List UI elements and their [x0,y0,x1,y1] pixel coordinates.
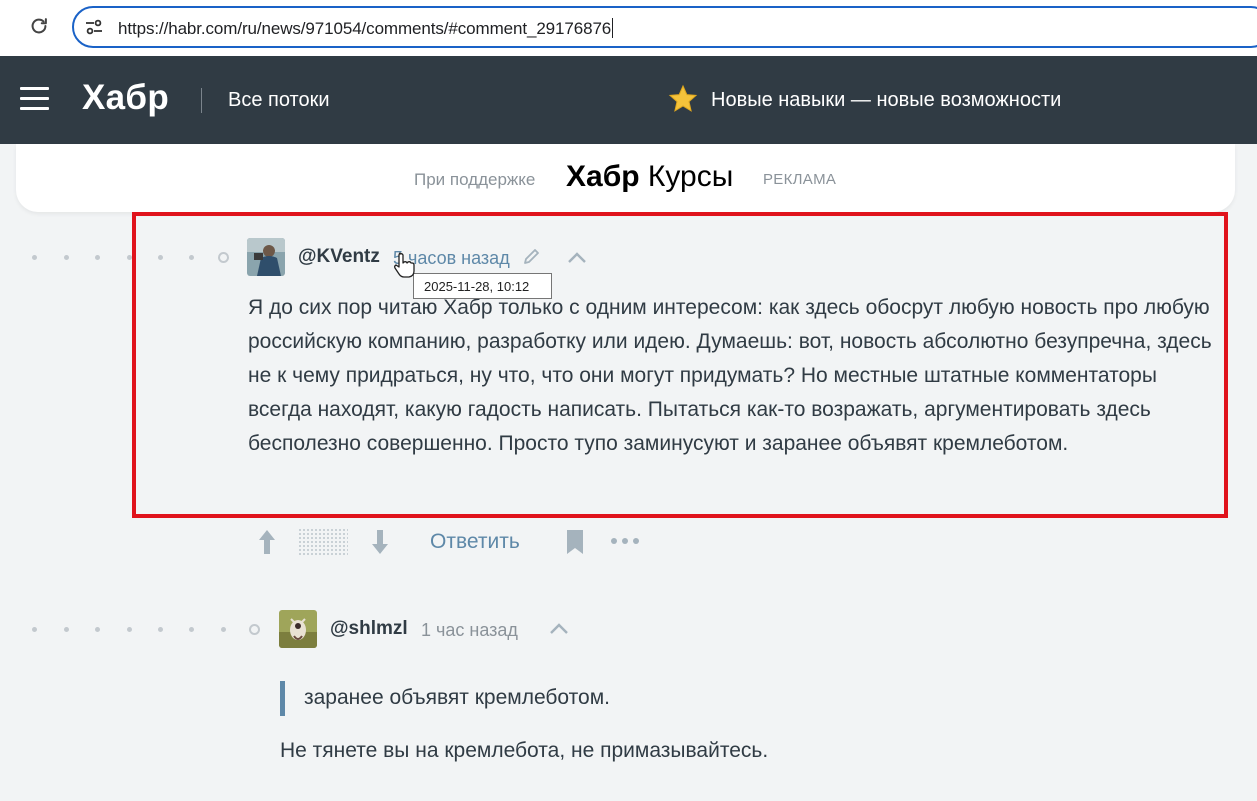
thread-depth-indicator [32,252,232,264]
timestamp-tooltip: 2025-11-28, 10:12 [413,273,552,299]
address-bar[interactable]: https://habr.com/ru/news/971054/comments… [72,6,1257,48]
hand-cursor-icon [394,252,415,278]
all-streams-link[interactable]: Все потоки [228,89,330,112]
comment-author[interactable]: @shlmzl [330,618,408,640]
bookmark-icon[interactable] [565,529,585,555]
sponsor-label: При поддержке [414,170,536,189]
site-logo[interactable]: Хабр [82,78,169,118]
promo-link[interactable]: Новые навыки — новые возможности [711,89,1061,112]
comment-time-link[interactable]: 1 час назад [421,620,518,641]
thread-depth-indicator [32,624,272,636]
downvote-icon[interactable] [370,528,390,556]
url-input[interactable]: https://habr.com/ru/news/971054/comments… [118,18,614,39]
comment-text: Я до сих пор читаю Хабр только с одним и… [248,296,1212,455]
ad-label: РЕКЛАМА [763,171,837,188]
site-header: Хабр Все потоки Новые навыки — новые воз… [0,56,1257,144]
star-icon [668,84,698,112]
sponsor-banner[interactable]: При поддержке Хабр Курсы РЕКЛАМА [16,144,1235,212]
comment-author[interactable]: @KVentz [298,246,380,268]
avatar[interactable] [279,610,317,648]
more-icon[interactable] [611,538,641,546]
site-info-icon[interactable] [84,17,104,37]
collapse-chevron-icon[interactable] [549,623,569,635]
reload-icon[interactable] [28,15,50,37]
sponsor-brand[interactable]: Хабр Курсы [566,160,733,194]
hamburger-menu-icon[interactable] [20,87,50,111]
text-caret [612,18,614,38]
edit-pencil-icon [524,249,539,264]
comment-text: Не тянете вы на кремлебота, не примазыва… [280,739,769,762]
collapse-chevron-icon[interactable] [567,252,587,264]
quoted-text: заранее объявят кремлеботом. [304,686,610,709]
avatar[interactable] [247,238,285,276]
quote-bar [280,681,285,716]
browser-toolbar: https://habr.com/ru/news/971054/comments… [0,0,1257,56]
score-placeholder [298,528,348,555]
upvote-icon[interactable] [257,528,277,556]
reply-button[interactable]: Ответить [430,530,520,554]
header-divider [201,88,202,113]
